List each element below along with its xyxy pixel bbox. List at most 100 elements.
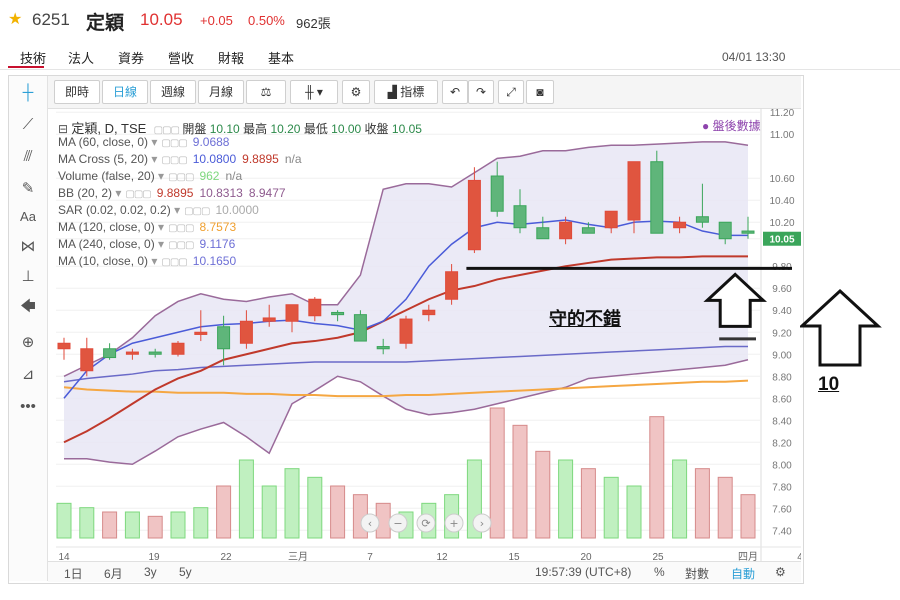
interval-daily-button[interactable]: 日線: [102, 80, 148, 104]
price-tick-label: 9.00: [772, 350, 792, 361]
indicator-dropdown-icon[interactable]: ▾: [171, 203, 180, 217]
indicator-row[interactable]: Volume (false, 20) ▾ ▢▢▢ 962 n/a: [58, 169, 242, 183]
indicator-row[interactable]: SAR (0.02, 0.02, 0.2) ▾ ▢▢▢ 10.0000: [58, 203, 259, 217]
indicator-dropdown-icon[interactable]: ▾: [148, 254, 157, 268]
high-value: 10.20: [270, 122, 301, 136]
range-1d-button[interactable]: 1日: [64, 565, 83, 582]
indicator-dropdown-icon[interactable]: ▾: [155, 169, 164, 183]
candle-body: [718, 221, 732, 240]
tab-margin[interactable]: 資券: [118, 48, 144, 67]
volume-bar: [717, 476, 733, 539]
chart-nav-icon: ‹: [368, 517, 372, 530]
zoom-in-icon[interactable]: ⊕: [9, 332, 47, 354]
more-icon[interactable]: •••: [9, 396, 47, 418]
volume-bar: [261, 485, 277, 539]
indicator-dropdown-icon[interactable]: ▾: [148, 135, 157, 149]
indicator-label: MA (10, close, 0): [58, 254, 149, 268]
tab-technical[interactable]: 技術: [20, 48, 46, 67]
volume-bar: [740, 494, 756, 539]
indicator-value: 10.0000: [215, 203, 259, 217]
candle-body: [581, 227, 595, 234]
volume-bar: [124, 511, 140, 539]
indicator-value: 9.8895: [242, 152, 279, 166]
favorite-star-icon[interactable]: ★: [8, 9, 22, 29]
settings-gear-icon[interactable]: ⚙: [342, 80, 370, 104]
indicator-controls-icon[interactable]: ▢▢▢: [168, 172, 194, 183]
range-5y-button[interactable]: 5y: [179, 565, 192, 579]
indicator-label: MA Cross (5, 20): [58, 152, 149, 166]
indicator-controls-icon[interactable]: ▢▢▢: [161, 257, 187, 268]
compare-scale-icon[interactable]: ⚖: [246, 80, 286, 104]
measure-icon[interactable]: ⊥: [9, 266, 47, 288]
time-tick-label: 14: [58, 552, 70, 561]
indicator-row[interactable]: MA (10, close, 0) ▾ ▢▢▢ 10.1650: [58, 254, 236, 268]
bottom-settings-icon[interactable]: ⚙: [775, 565, 786, 579]
fib-icon[interactable]: ⫻: [9, 146, 47, 168]
chart-nav-icon: ⟳: [421, 517, 430, 530]
indicator-dropdown-icon[interactable]: ▾: [155, 237, 164, 251]
candle-body: [695, 216, 709, 223]
outside-up-arrow: [800, 288, 882, 367]
trade-volume: 962張: [296, 16, 331, 31]
auto-toggle[interactable]: 自動: [731, 565, 755, 582]
chart-type-icon[interactable]: ╫ ▾: [290, 80, 338, 104]
tab-revenue[interactable]: 營收: [168, 48, 194, 67]
crosshair-icon[interactable]: ┼: [9, 82, 47, 104]
volume-bar: [535, 450, 551, 539]
candle-body: [239, 320, 253, 344]
redo-icon[interactable]: ↷: [468, 80, 494, 104]
pattern-icon[interactable]: ⋈: [9, 236, 47, 258]
collapse-icon[interactable]: ⊟: [58, 122, 68, 136]
indicator-controls-icon[interactable]: ▢▢▢: [168, 223, 194, 234]
indicator-dropdown-icon[interactable]: ▾: [155, 220, 164, 234]
price-tick-label: 8.00: [772, 460, 792, 471]
indicator-dropdown-icon[interactable]: ▾: [148, 152, 157, 166]
price-tick-label: 9.20: [772, 328, 792, 339]
open-label: 開盤: [182, 122, 207, 136]
tab-institutional[interactable]: 法人: [68, 48, 94, 67]
text-tool-icon[interactable]: Aa: [9, 206, 47, 228]
arrow-left-icon[interactable]: 🡄: [9, 296, 47, 318]
tab-financials[interactable]: 財報: [218, 48, 244, 67]
indicators-button[interactable]: ▟ 指標: [374, 80, 438, 104]
indicator-row[interactable]: MA (60, close, 0) ▾ ▢▢▢ 9.0688: [58, 135, 229, 149]
indicator-controls-icon[interactable]: ▢▢▢: [125, 189, 151, 200]
indicator-controls-icon[interactable]: ▢▢▢: [168, 240, 194, 251]
brush-icon[interactable]: ✎: [9, 178, 47, 200]
indicator-row[interactable]: MA Cross (5, 20) ▾ ▢▢▢ 10.0800 9.8895 n/a: [58, 152, 302, 166]
price-tick-label: 11.20: [770, 108, 795, 119]
indicator-row[interactable]: BB (20, 2) ▾ ▢▢▢ 9.8895 10.8313 8.9477: [58, 186, 286, 200]
camera-icon[interactable]: ◙: [526, 80, 554, 104]
trend-line-icon[interactable]: ⟋: [9, 114, 47, 136]
percent-toggle[interactable]: %: [654, 565, 665, 579]
interval-monthly-button[interactable]: 月線: [198, 80, 244, 104]
undo-icon[interactable]: ↶: [442, 80, 468, 104]
interval-weekly-button[interactable]: 週線: [150, 80, 196, 104]
indicator-controls-icon[interactable]: ▢▢▢: [161, 155, 187, 166]
indicator-row[interactable]: MA (240, close, 0) ▾ ▢▢▢ 9.1176: [58, 237, 235, 251]
range-6m-button[interactable]: 6月: [104, 565, 123, 582]
log-toggle[interactable]: 對數: [685, 565, 709, 582]
price-tick-label: 11.00: [770, 130, 795, 141]
candle-body: [536, 227, 550, 240]
indicator-dropdown-icon[interactable]: ▾: [112, 186, 121, 200]
ruler-icon[interactable]: ⊿: [9, 364, 47, 386]
price-tick-label: 10.40: [769, 196, 794, 207]
indicator-controls-icon[interactable]: ▢▢▢: [161, 138, 187, 149]
volume-bar: [512, 424, 528, 539]
chart-toolbar: 即時 日線 週線 月線 ⚖ ╫ ▾ ⚙ ▟ 指標 ↶ ↷ ⤢ ◙: [48, 76, 801, 109]
indicator-row[interactable]: MA (120, close, 0) ▾ ▢▢▢ 8.7573: [58, 220, 236, 234]
tab-basic[interactable]: 基本: [268, 48, 294, 67]
volume-bar: [216, 485, 232, 539]
stock-code: 6251: [32, 10, 70, 29]
close-label: 收盤: [364, 122, 389, 136]
fullscreen-icon[interactable]: ⤢: [498, 80, 524, 104]
indicator-value: 8.7573: [199, 220, 237, 234]
low-label: 最低: [303, 122, 328, 136]
range-3y-button[interactable]: 3y: [144, 565, 157, 579]
chart-bottom-bar: 1日 6月 3y 5y 19:57:39 (UTC+8) % 對數 自動 ⚙: [48, 561, 801, 582]
price-tick-label: 10.20: [769, 218, 794, 229]
after-hours-link[interactable]: ● 盤後數據: [702, 117, 761, 134]
indicator-controls-icon[interactable]: ▢▢▢: [184, 206, 210, 217]
interval-intraday-button[interactable]: 即時: [54, 80, 100, 104]
